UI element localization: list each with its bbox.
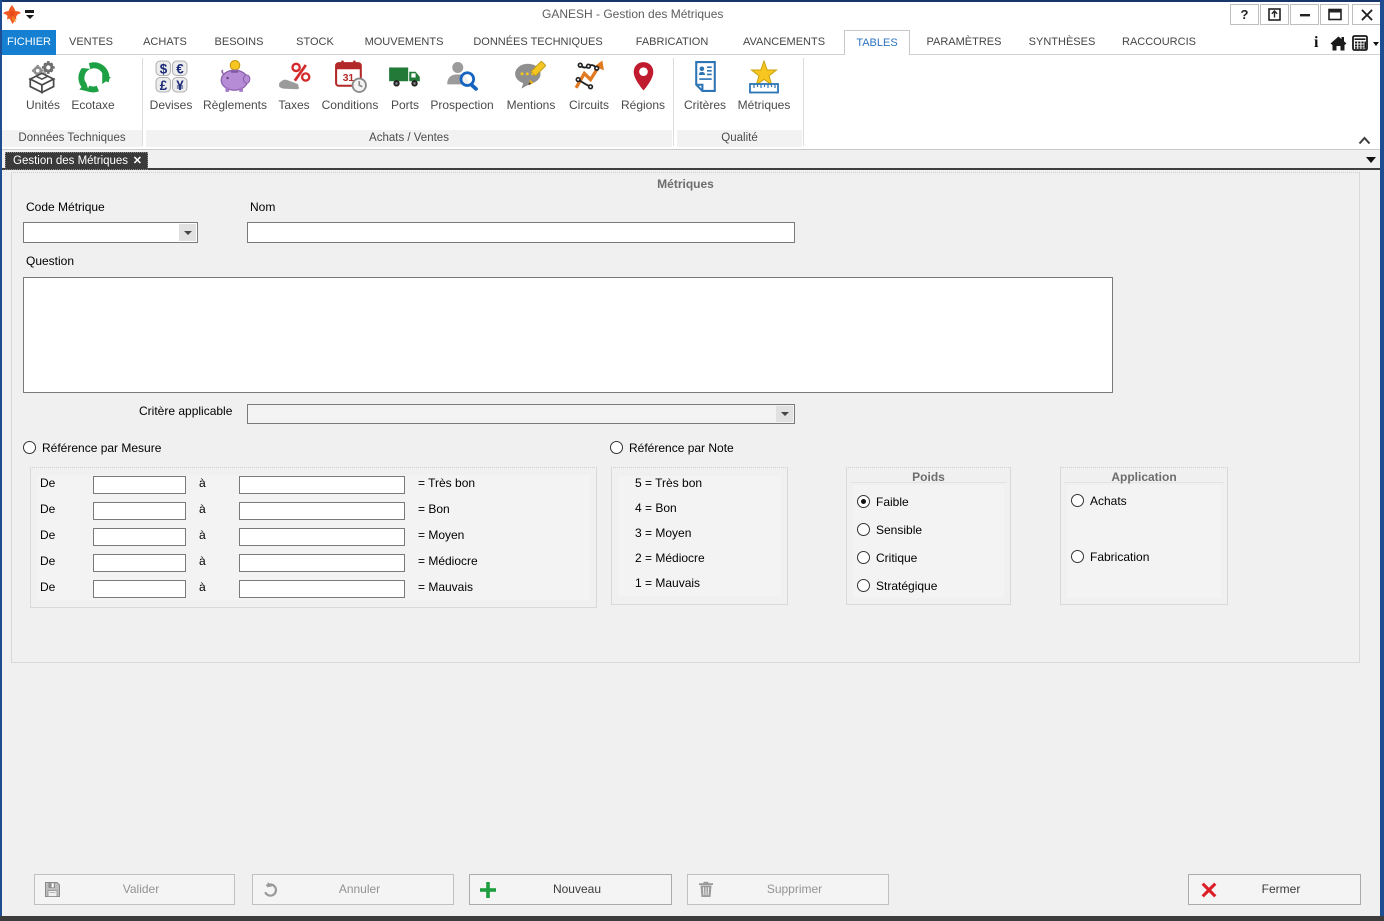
svg-text:$: $ [159,61,167,76]
svg-text:£: £ [159,78,167,93]
svg-text:¥: ¥ [176,78,184,93]
svg-text:€: € [176,61,184,76]
